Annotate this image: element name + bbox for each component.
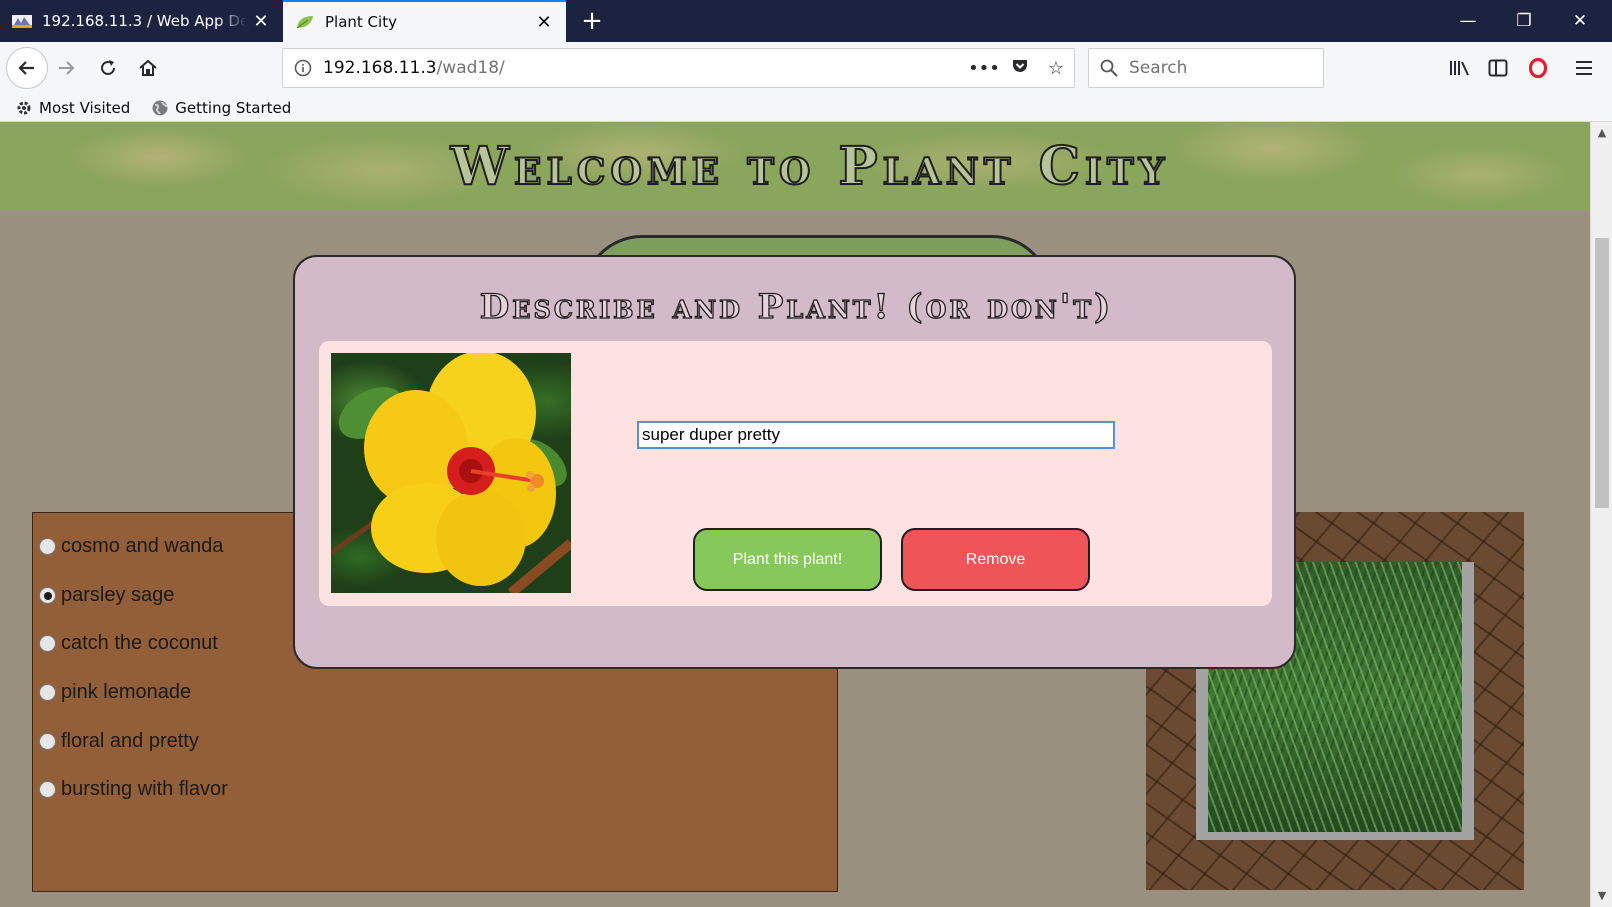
option-label: pink lemonade <box>61 681 192 703</box>
radio-button[interactable] <box>39 587 56 604</box>
description-input[interactable] <box>637 421 1115 449</box>
scroll-down-arrow-icon[interactable]: ▼ <box>1591 889 1612 902</box>
bookmark-label: Most Visited <box>39 98 131 117</box>
home-icon <box>139 59 157 76</box>
page-scrollbar[interactable]: ▲ ▼ <box>1590 122 1612 907</box>
modal-title: Describe and Plant! (or don't) <box>479 286 1114 327</box>
address-bar[interactable]: 192.168.11.3/wad18/ ••• ☆ <box>282 48 1075 88</box>
menu-icon[interactable] <box>1566 50 1602 86</box>
bookmark-star-icon[interactable]: ☆ <box>1038 58 1074 79</box>
minimize-icon[interactable]: — <box>1440 0 1496 42</box>
close-tab-icon[interactable]: ✕ <box>247 11 275 32</box>
option-label: parsley sage <box>61 584 175 606</box>
site-info-icon[interactable] <box>283 59 323 77</box>
scroll-thumb[interactable] <box>1595 238 1609 508</box>
forward-button[interactable] <box>48 50 84 86</box>
page-title: Welcome to Plant City <box>450 135 1170 198</box>
radio-button[interactable] <box>39 781 56 798</box>
bookmarks-toolbar: Most Visited Getting Started <box>0 94 1612 122</box>
tab-plant-city[interactable]: Plant City ✕ <box>283 0 566 42</box>
tab-title: Plant City <box>325 13 397 31</box>
plant-this-plant-button[interactable]: Plant this plant! <box>693 528 882 591</box>
navigation-toolbar: 192.168.11.3/wad18/ ••• ☆ Search <box>0 42 1612 94</box>
tab-phpmyadmin[interactable]: 192.168.11.3 / Web App Dev Se ✕ <box>0 0 283 42</box>
option-label: floral and pretty <box>61 730 199 752</box>
sidebar-icon[interactable] <box>1480 50 1516 86</box>
url-text[interactable]: 192.168.11.3/wad18/ <box>323 58 966 78</box>
radio-button[interactable] <box>39 733 56 750</box>
new-tab-button[interactable]: + <box>575 4 609 38</box>
bookmark-label: Getting Started <box>175 98 292 117</box>
tab-bar: 192.168.11.3 / Web App Dev Se ✕ Plant Ci… <box>0 0 1612 42</box>
header-banner: Welcome to Plant City <box>0 122 1590 210</box>
library-icon[interactable] <box>1442 50 1478 86</box>
opera-extension-icon[interactable] <box>1520 50 1556 86</box>
description-option[interactable]: catch the coconut <box>39 632 218 655</box>
gear-icon <box>14 98 34 118</box>
option-label: catch the coconut <box>61 632 218 654</box>
window-close-icon[interactable]: ✕ <box>1552 0 1608 42</box>
tab-title: 192.168.11.3 / Web App Dev Se <box>42 12 247 30</box>
description-option[interactable]: pink lemonade <box>39 681 191 704</box>
restore-icon[interactable]: ❐ <box>1496 0 1552 42</box>
globe-icon <box>150 98 170 118</box>
reload-button[interactable] <box>90 50 126 86</box>
reload-icon <box>101 60 115 75</box>
describe-plant-modal: Describe and Plant! (or don't) super dup… <box>293 255 1296 669</box>
home-button[interactable] <box>130 50 166 86</box>
arrow-left-icon <box>18 61 34 75</box>
close-tab-icon[interactable]: ✕ <box>530 12 558 33</box>
option-label: bursting with flavor <box>61 778 228 800</box>
arrow-right-icon <box>59 61 75 75</box>
radio-button[interactable] <box>39 684 56 701</box>
description-option[interactable]: cosmo and wanda <box>39 535 223 558</box>
pma-icon <box>12 11 32 31</box>
search-icon <box>1089 59 1129 77</box>
page-actions-icon[interactable]: ••• <box>966 58 1002 79</box>
search-placeholder: Search <box>1129 58 1188 78</box>
scroll-up-arrow-icon[interactable]: ▲ <box>1591 126 1612 139</box>
radio-button[interactable] <box>39 635 56 652</box>
modal-body: Plant this plant! Remove <box>319 341 1272 606</box>
description-option[interactable]: bursting with flavor <box>39 778 228 801</box>
bookmark-getting-started[interactable]: Getting Started <box>150 98 291 118</box>
description-option[interactable]: floral and pretty <box>39 730 199 753</box>
search-bar[interactable]: Search <box>1088 48 1324 88</box>
option-label: cosmo and wanda <box>61 535 224 557</box>
bookmark-most-visited[interactable]: Most Visited <box>14 98 130 118</box>
hibiscus-flower-image <box>331 353 571 593</box>
description-option[interactable]: parsley sage <box>39 584 174 607</box>
pocket-icon[interactable] <box>1002 57 1038 80</box>
back-button[interactable] <box>6 47 48 89</box>
remove-button[interactable]: Remove <box>901 528 1090 591</box>
leaf-icon <box>295 12 315 32</box>
radio-button[interactable] <box>39 538 56 555</box>
